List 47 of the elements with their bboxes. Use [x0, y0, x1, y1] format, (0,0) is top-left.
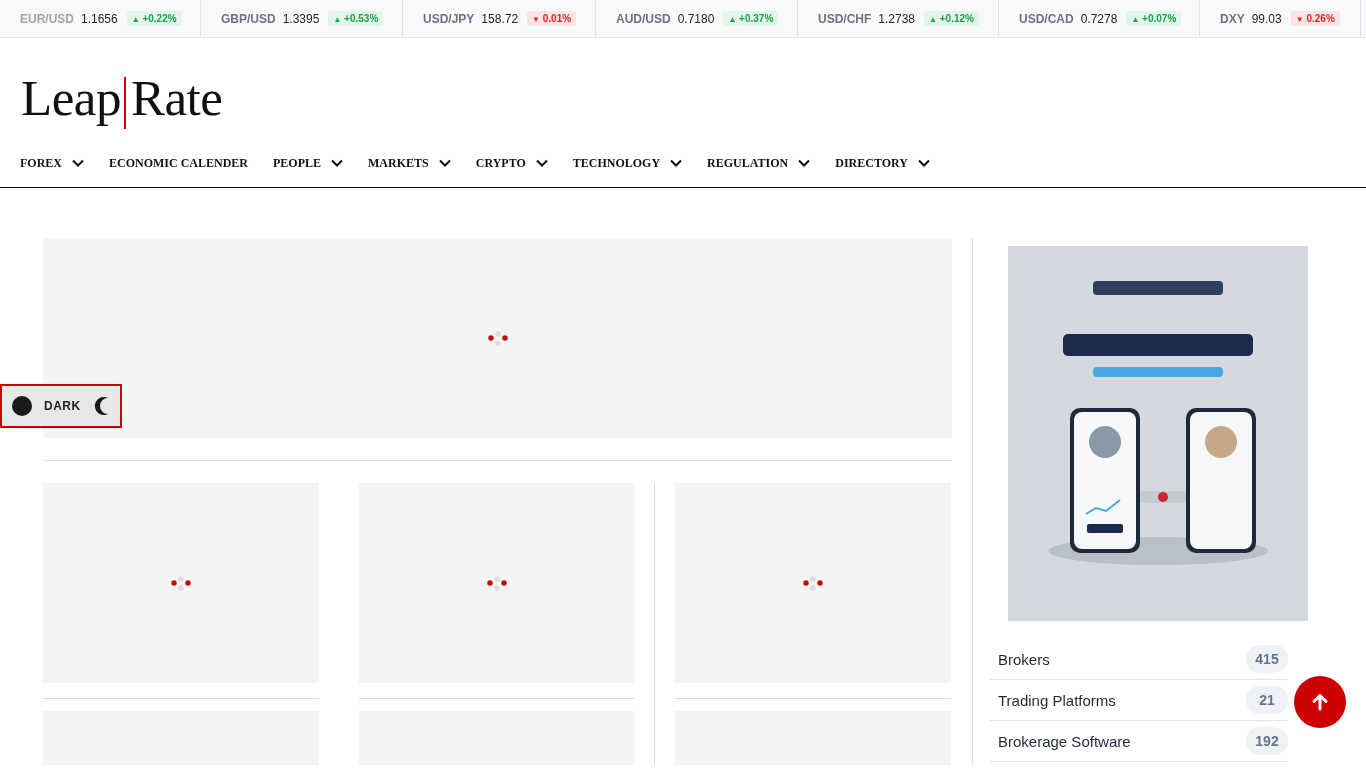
site-logo[interactable]: Leap Rate: [21, 70, 223, 129]
nav-item[interactable]: TECHNOLOGY: [572, 151, 683, 171]
count-badge: 415: [1246, 645, 1288, 673]
price: 158.72: [481, 11, 519, 26]
nav-item[interactable]: FOREX: [20, 151, 84, 171]
loading-spinner-icon: [486, 574, 508, 592]
category-row[interactable]: Brokerage Software 192: [990, 721, 1288, 762]
change-badge: ▲ +0.22%: [126, 11, 182, 26]
count-badge: 21: [1246, 686, 1288, 714]
count-badge: 192: [1246, 727, 1288, 755]
category-label: Trading Platforms: [998, 691, 1116, 709]
currency-pair: USD/JPY: [423, 11, 475, 26]
loading-spinner-icon: [802, 574, 824, 592]
currency-pair: USD/CHF: [818, 11, 872, 26]
price: 99.03: [1251, 11, 1282, 26]
back-to-top-button[interactable]: [1294, 676, 1346, 728]
change-badge: ▲ +0.37%: [723, 11, 779, 26]
nav-item[interactable]: DIRECTORY: [835, 151, 930, 171]
change-badge: ▲ +0.12%: [924, 11, 979, 26]
nav-item[interactable]: ECONOMIC CALENDER: [109, 151, 248, 171]
category-row[interactable]: Trading Platforms 21: [990, 680, 1288, 721]
circle-icon: [12, 396, 32, 416]
loading-spinner-icon: [486, 329, 509, 347]
change-badge: ▲ +0.07%: [1126, 11, 1182, 26]
nav-item[interactable]: MARKETS: [368, 151, 451, 171]
price: 1.1656: [81, 11, 118, 26]
price: 1.2738: [878, 11, 916, 26]
category-row[interactable]: Brokers 415: [990, 639, 1288, 680]
price: 0.7180: [677, 11, 715, 26]
loading-spinner-icon: [170, 574, 192, 592]
currency-pair: USD/CAD: [1019, 11, 1074, 26]
dark-mode-toggle[interactable]: DARK: [0, 384, 122, 428]
currency-pair: GBP/USD: [221, 11, 276, 26]
currency-pair: EUR/USD: [20, 11, 74, 26]
nav-item[interactable]: PEOPLE: [273, 151, 344, 171]
change-badge: ▼ 0.01%: [527, 11, 577, 26]
category-label: Brokerage Software: [998, 732, 1131, 750]
nav-item[interactable]: REGULATION: [707, 151, 811, 171]
category-label: Brokers: [998, 650, 1050, 668]
change-badge: ▲ +0.53%: [328, 11, 384, 26]
currency-pair: DXY: [1220, 11, 1245, 26]
price: 0.7278: [1080, 11, 1118, 26]
change-badge: ▼ 0.26%: [1290, 11, 1340, 26]
price: 1.3395: [282, 11, 320, 26]
nav-item[interactable]: CRYPTO: [475, 151, 548, 171]
currency-pair: AUD/USD: [616, 11, 671, 26]
arrow-up-icon: [1310, 692, 1330, 712]
